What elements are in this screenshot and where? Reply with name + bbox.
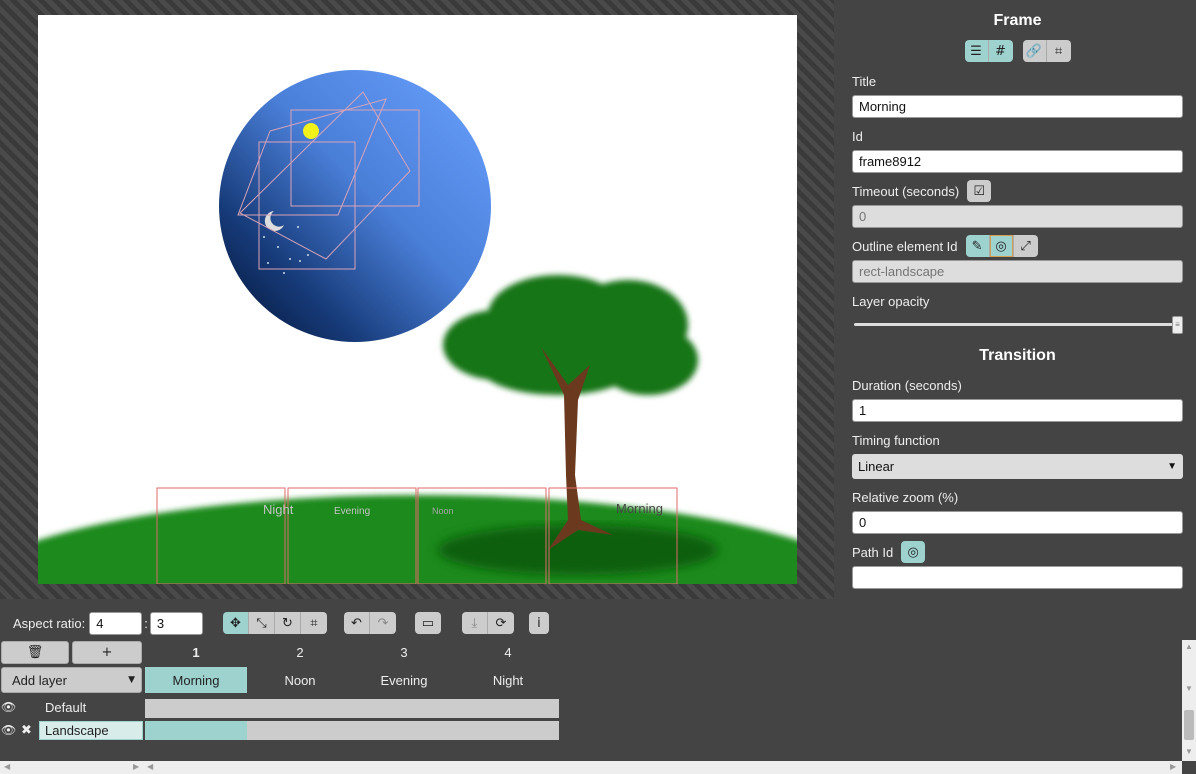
timing-select-value: Linear — [858, 459, 895, 474]
info-icon[interactable]: i — [528, 612, 549, 634]
delete-layer-button[interactable]: 🗑 — [1, 641, 69, 664]
timeline-horizontal-scrollbar[interactable]: ◀ ▶ ◀ ▶ — [0, 761, 1182, 774]
scroll-thumb[interactable] — [1184, 710, 1194, 740]
title-field[interactable] — [852, 95, 1183, 118]
outline-field[interactable] — [852, 260, 1183, 283]
aspect-height-field[interactable] — [149, 611, 203, 635]
zoom-label: Relative zoom (%) — [852, 489, 959, 505]
outline-label: Outline element Id — [852, 238, 958, 254]
editor-stage: Night Evening Noon Morning — [0, 0, 834, 599]
path-field[interactable] — [852, 566, 1183, 589]
opacity-label: Layer opacity — [852, 293, 930, 309]
tab-frame-morning[interactable]: Morning — [145, 667, 247, 693]
download-icon[interactable]: ⤓ — [461, 612, 488, 634]
canvas-label-noon: Noon — [432, 506, 454, 516]
eye-slash-icon[interactable]: ◎ — [989, 235, 1014, 257]
timeout-label: Timeout (seconds) — [852, 183, 960, 199]
tree-shadow — [438, 525, 718, 575]
layer-name-default[interactable]: Default — [45, 700, 86, 715]
tree-crown — [443, 275, 698, 395]
tab-frame-evening[interactable]: Evening — [353, 667, 455, 693]
magic-wand-icon[interactable]: ✎ — [965, 235, 990, 257]
grid-hash-icon[interactable]: # — [988, 40, 1013, 62]
refresh-icon[interactable]: ⟳ — [487, 612, 514, 634]
preview-monitor-icon[interactable]: ▭ — [414, 612, 441, 634]
timeline-vertical-scrollbar[interactable]: ▲ ▼ ▼ — [1182, 640, 1196, 761]
rotate-icon[interactable]: ↻ — [274, 612, 301, 634]
crop-tool-icon[interactable]: ⌗ — [300, 612, 327, 634]
resize-icon[interactable]: ⤡ — [248, 612, 275, 634]
scroll-down-icon[interactable]: ▼ — [1185, 684, 1193, 693]
canvas-label-morning: Morning — [616, 501, 663, 516]
canvas-drawing: Night Evening Noon Morning — [38, 70, 797, 584]
opacity-slider-handle[interactable]: ≡ — [1172, 316, 1183, 334]
opacity-slider-track — [854, 323, 1179, 326]
frame-number-3: 3 — [400, 645, 408, 660]
aspect-width-field[interactable] — [89, 611, 143, 635]
layer-visibility-eye-icon[interactable]: 👁 — [1, 723, 16, 737]
zoom-field[interactable] — [852, 511, 1183, 534]
aspect-ratio-label: Aspect ratio: — [13, 615, 86, 631]
chevron-down-icon: ▼ — [128, 675, 135, 685]
properties-panel: Frame ☰ # 🔗 ⌗ Title Id Timeout (seconds)… — [834, 0, 1196, 599]
expand-icon[interactable]: ⤢ — [1013, 235, 1038, 257]
path-label: Path Id — [852, 544, 894, 560]
tab-frame-noon[interactable]: Noon — [249, 667, 351, 693]
tab-frame-night[interactable]: Night — [457, 667, 559, 693]
add-frame-button[interactable]: + — [72, 641, 142, 664]
layer-frame-cell-selected[interactable] — [145, 721, 247, 740]
redo-icon[interactable]: ↷ — [369, 612, 396, 634]
layer-name-landscape[interactable]: Landscape — [39, 721, 143, 740]
layer-visibility-eye-icon[interactable]: 👁 — [1, 700, 16, 714]
sun — [303, 123, 319, 139]
path-row: Path Id ◎ — [852, 541, 1183, 563]
scroll-left-icon[interactable]: ◀ — [4, 762, 10, 771]
trash-icon: 🗑 — [26, 645, 44, 660]
add-layer-select[interactable]: Add layer ▼ — [1, 667, 142, 693]
opacity-slider[interactable]: ≡ — [852, 315, 1183, 334]
frame-view-controls: ☰ # 🔗 ⌗ — [852, 40, 1183, 62]
close-icon[interactable]: ✖ — [21, 722, 32, 738]
title-label: Title — [852, 73, 877, 89]
layer-timeline-landscape[interactable] — [145, 721, 559, 740]
timeout-field[interactable] — [852, 205, 1183, 228]
frame-heading: Frame — [993, 12, 1042, 29]
scroll-right-icon[interactable]: ▶ — [133, 762, 139, 771]
main-toolbar: Aspect ratio: : ✥ ⤡ ↻ ⌗ ↶ ↷ ▭ ⤓ ⟳ i — [0, 608, 834, 638]
scroll-right-icon[interactable]: ▶ — [1170, 762, 1176, 771]
crop-icon[interactable]: ⌗ — [1046, 40, 1071, 62]
presentation-canvas[interactable]: Night Evening Noon Morning — [38, 15, 797, 584]
timeline: 🗑 + 1 2 3 4 Add layer ▼ Morning Noon Eve… — [0, 640, 1182, 761]
timeout-row: Timeout (seconds) ☑ — [852, 180, 1183, 202]
plus-icon: + — [101, 645, 113, 660]
scroll-down-icon[interactable]: ▼ — [1185, 747, 1193, 756]
move-icon[interactable]: ✥ — [222, 612, 249, 634]
add-layer-label: Add layer — [12, 672, 67, 688]
duration-field[interactable] — [852, 399, 1183, 422]
path-eye-slash-icon[interactable]: ◎ — [901, 541, 926, 563]
id-field[interactable] — [852, 150, 1183, 173]
chevron-down-icon: ▼ — [1167, 461, 1177, 472]
frame-number-2: 2 — [296, 645, 304, 660]
timing-label: Timing function — [852, 432, 940, 448]
duration-label: Duration (seconds) — [852, 377, 962, 393]
frame-number-1: 1 — [192, 645, 200, 660]
list-view-icon[interactable]: ☰ — [964, 40, 989, 62]
id-label: Id — [852, 128, 863, 144]
scroll-left-icon[interactable]: ◀ — [147, 762, 153, 771]
timeout-checkbox-icon[interactable]: ☑ — [967, 180, 992, 202]
frame-number-4: 4 — [504, 645, 512, 660]
transition-heading: Transition — [979, 347, 1056, 364]
undo-icon[interactable]: ↶ — [343, 612, 370, 634]
link-icon[interactable]: 🔗 — [1022, 40, 1047, 62]
scroll-up-icon[interactable]: ▲ — [1185, 642, 1193, 651]
layer-timeline-default[interactable] — [145, 699, 559, 718]
aspect-separator: : — [144, 615, 148, 631]
outline-row: Outline element Id ✎ ◎ ⤢ — [852, 235, 1183, 257]
timing-select[interactable]: Linear ▼ — [852, 454, 1183, 479]
canvas-label-evening: Evening — [334, 506, 370, 517]
canvas-label-night: Night — [263, 502, 294, 517]
